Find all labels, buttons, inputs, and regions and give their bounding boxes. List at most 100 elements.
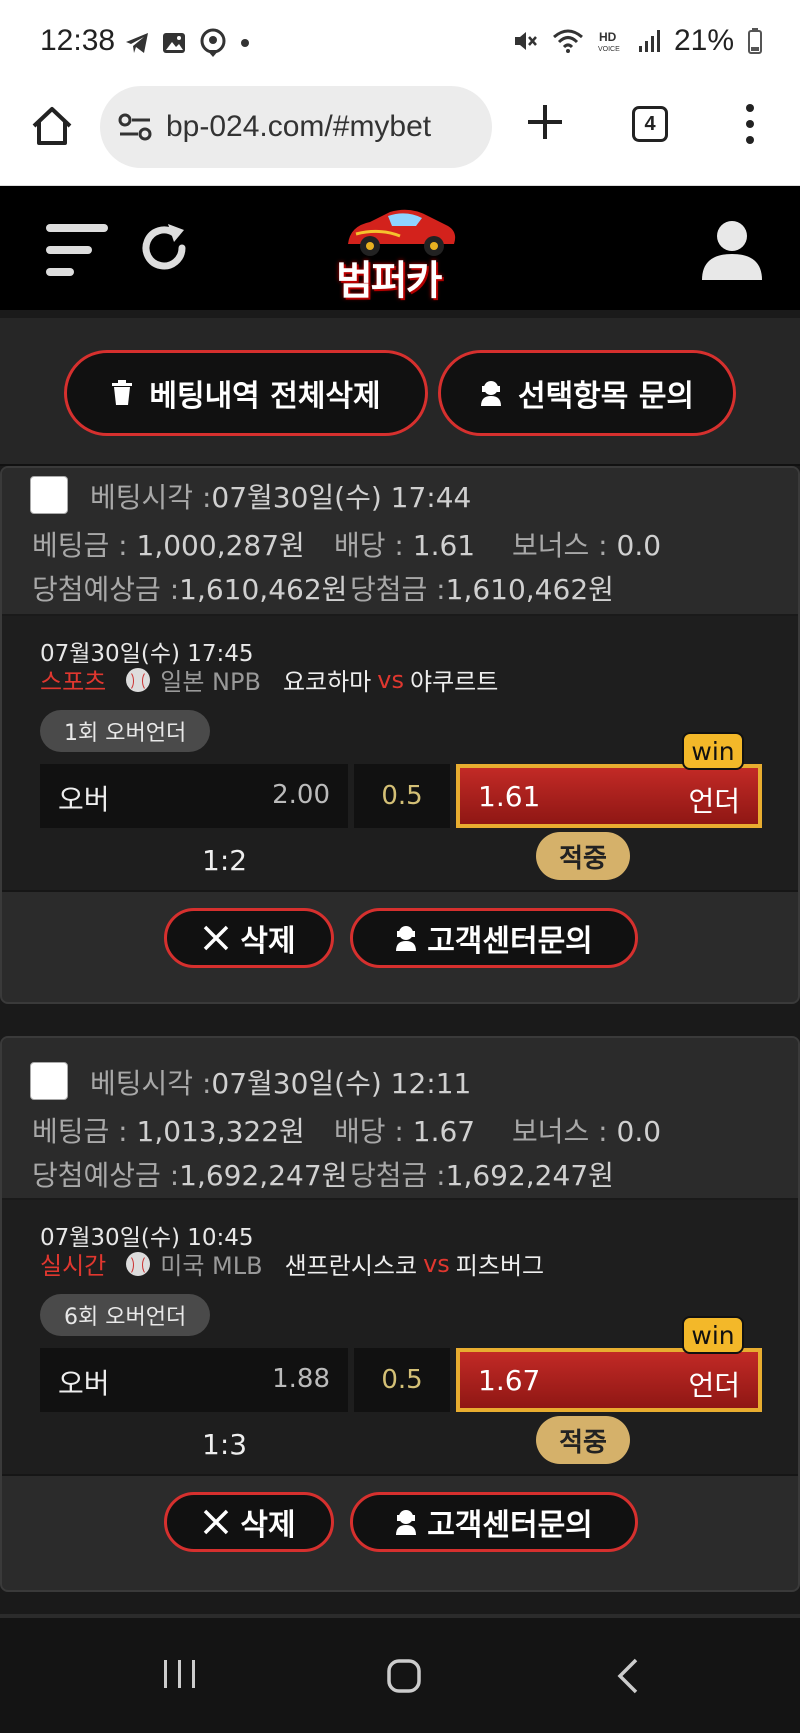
svg-text:HD: HD: [599, 30, 617, 44]
under-option-selected: 1.61 언더: [456, 764, 762, 828]
customer-center-button[interactable]: 고객센터문의: [350, 908, 638, 968]
game-detail: 07월30일(수) 10:45 실시간 미국 MLB 샌프란시스코 vs 피츠버…: [2, 1198, 798, 1474]
won-row: 당첨금 :1,610,462원: [350, 568, 614, 608]
win-badge: win: [682, 1316, 744, 1354]
back-icon[interactable]: [616, 1658, 640, 1694]
baseball-icon: [126, 667, 151, 692]
delete-bet-button[interactable]: 삭제: [164, 1492, 334, 1552]
expected-value: 1,610,462원: [179, 573, 348, 606]
market-badge: 1회 오버언더: [40, 710, 211, 752]
close-icon: [204, 925, 229, 951]
delete-bet-label: 삭제: [240, 1508, 296, 1543]
gallery-icon: [163, 33, 185, 53]
hd-voice-icon: HD VOICE: [598, 30, 620, 53]
bet-time-row: 베팅시각 :07월30일(수) 12:11: [90, 1062, 471, 1102]
over-odds: 2.00: [272, 780, 330, 810]
bonus-label: 보너스 :: [512, 1115, 608, 1148]
win-badge: win: [682, 732, 744, 770]
delete-bet-button[interactable]: 삭제: [164, 908, 334, 968]
final-score: 1:2: [202, 844, 248, 877]
away-team: 피츠버그: [455, 1252, 545, 1280]
expected-row: 당첨예상금 :1,692,247원: [32, 1154, 347, 1194]
game-line: 스포츠 일본 NPB 요코하마 vs 야쿠르트: [40, 662, 498, 697]
final-score: 1:3: [202, 1428, 248, 1461]
bet-select-checkbox[interactable]: [30, 476, 68, 514]
inquire-selected-label: 선택항목 문의: [517, 379, 695, 414]
odds-label: 배당 :: [334, 1115, 404, 1148]
game-line: 실시간 미국 MLB 샌프란시스코 vs 피츠버그: [40, 1246, 544, 1281]
expected-label: 당첨예상금 :: [32, 573, 180, 606]
system-nav-bar: [0, 1618, 800, 1733]
stake-value: 1,013,322원: [136, 1115, 305, 1148]
delete-bet-label: 삭제: [240, 924, 296, 959]
under-option-selected: 1.67 언더: [456, 1348, 762, 1412]
won-value: 1,692,247원: [445, 1159, 614, 1192]
customer-center-button[interactable]: 고객센터문의: [350, 1492, 638, 1552]
battery-percent: 21%: [673, 24, 734, 57]
odds-label: 배당 :: [334, 529, 404, 562]
bet-time: 07월30일(수) 17:44: [211, 481, 472, 514]
new-tab-icon[interactable]: [525, 102, 565, 142]
bet-time: 07월30일(수) 12:11: [211, 1067, 472, 1100]
tab-switcher-button[interactable]: 4: [632, 106, 668, 142]
bet-card: 베팅시각 :07월30일(수) 12:11 베팅금 : 1,013,322원 배…: [0, 1036, 800, 1592]
baseball-icon: [126, 1251, 151, 1276]
inquire-selected-button[interactable]: 선택항목 문의: [438, 350, 736, 436]
stake-label: 베팅금 :: [32, 1115, 128, 1148]
delete-all-button[interactable]: 베팅내역 전체삭제: [64, 350, 428, 436]
home-nav-icon[interactable]: [386, 1658, 422, 1694]
expected-label: 당첨예상금 :: [32, 1159, 180, 1192]
bet-select-checkbox[interactable]: [30, 1062, 68, 1100]
game-league: 일본 NPB: [160, 668, 261, 696]
agent-icon: [396, 1510, 417, 1535]
expected-value: 1,692,247원: [179, 1159, 348, 1192]
away-team: 야쿠르트: [409, 668, 499, 696]
more-vert-icon[interactable]: [740, 102, 760, 146]
recent-apps-icon[interactable]: [162, 1658, 198, 1690]
line-value: 0.5: [354, 764, 450, 828]
site-logo[interactable]: 범퍼카: [330, 204, 470, 304]
refresh-icon[interactable]: [138, 222, 190, 274]
game-category: 스포츠: [40, 668, 107, 696]
menu-icon[interactable]: [46, 224, 108, 276]
won-label: 당첨금 :: [350, 1159, 446, 1192]
odds-value: 1.67: [412, 1115, 476, 1148]
stake-label: 베팅금 :: [32, 529, 128, 562]
bet-time-row: 베팅시각 :07월30일(수) 17:44: [90, 476, 471, 516]
over-option: 오버 2.00: [40, 764, 348, 828]
bet-card-actions: 삭제 고객센터문의: [2, 890, 798, 986]
market-badge: 6회 오버언더: [40, 1294, 211, 1336]
game-league: 미국 MLB: [160, 1252, 263, 1280]
won-row: 당첨금 :1,692,247원: [350, 1154, 614, 1194]
customer-center-label: 고객센터문의: [427, 1508, 593, 1543]
bonus-value: 0.0: [616, 529, 662, 562]
result-badge: 적중: [536, 832, 630, 880]
status-notification-icons: [124, 28, 250, 58]
bet-summary: 베팅시각 :07월30일(수) 17:44 베팅금 : 1,000,287원 배…: [2, 468, 798, 614]
telegram-icon: [126, 33, 148, 53]
vs-label: vs: [377, 665, 404, 694]
wifi-icon: [552, 29, 583, 53]
bet-card-actions: 삭제 고객센터문의: [2, 1474, 798, 1570]
bet-summary: 베팅시각 :07월30일(수) 12:11 베팅금 : 1,013,322원 배…: [2, 1038, 798, 1198]
close-icon: [204, 1509, 229, 1535]
agent-icon: [480, 381, 501, 406]
under-label: 언더: [688, 785, 740, 818]
site-settings-icon[interactable]: [118, 112, 152, 142]
status-system-icons: HD VOICE 21%: [512, 24, 762, 58]
logo-text: 범퍼카: [336, 258, 442, 304]
bet-time-label: 베팅시각 :: [90, 1067, 212, 1100]
odds-value: 1.61: [412, 529, 476, 562]
trash-icon: [112, 380, 133, 405]
url-text: bp-024.com/#mybet: [166, 110, 432, 143]
dot-icon: [241, 39, 249, 47]
user-icon[interactable]: [700, 218, 764, 282]
result-badge: 적중: [536, 1416, 630, 1464]
url-bar[interactable]: bp-024.com/#mybet: [100, 86, 492, 168]
bet-time-label: 베팅시각 :: [90, 481, 212, 514]
vs-label: vs: [423, 1249, 450, 1278]
game-category: 실시간: [40, 1252, 107, 1280]
home-icon[interactable]: [30, 104, 74, 148]
stake-value: 1,000,287원: [136, 529, 305, 562]
home-team: 샌프란시스코: [284, 1252, 418, 1280]
